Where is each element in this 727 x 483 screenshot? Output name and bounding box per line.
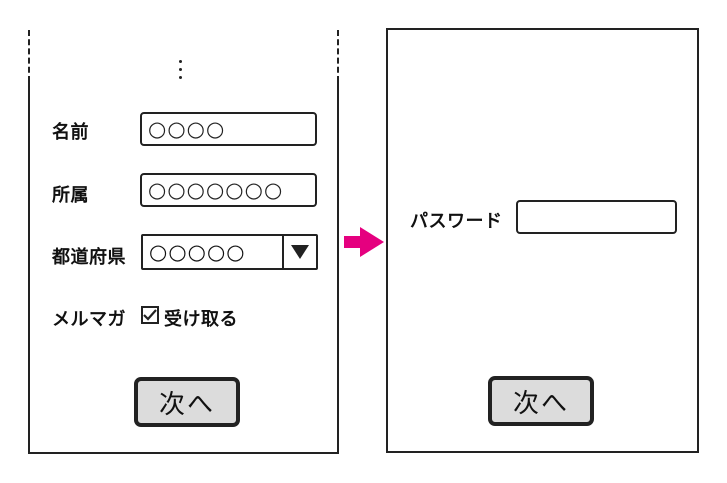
prefecture-label: 都道府県 (52, 247, 126, 268)
prefecture-select-value: ○○○○○ (149, 240, 246, 264)
dropdown-arrow-icon[interactable] (282, 236, 316, 268)
right-next-button[interactable]: 次へ (488, 376, 594, 426)
name-label: 名前 (52, 122, 89, 143)
affiliation-input-value: ○○○○○○○ (148, 178, 284, 202)
password-input[interactable] (516, 200, 677, 234)
newsletter-label: メルマガ (52, 309, 126, 330)
affiliation-input[interactable]: ○○○○○○○ (140, 173, 317, 207)
name-input[interactable]: ○○○○ (140, 112, 317, 146)
newsletter-checkbox-label: 受け取る (164, 309, 238, 330)
left-screen-top-dash-left (28, 30, 30, 82)
prefecture-select[interactable]: ○○○○○ (141, 234, 318, 270)
password-label: パスワード (410, 211, 503, 232)
affiliation-label: 所属 (52, 185, 89, 206)
checkmark-icon (143, 309, 157, 321)
name-input-value: ○○○○ (148, 117, 226, 141)
newsletter-checkbox[interactable] (141, 306, 159, 324)
left-next-button[interactable]: 次へ (134, 377, 240, 427)
more-content-ellipsis-icon (176, 60, 184, 88)
flow-arrow-icon (344, 227, 384, 257)
left-screen-top-dash-right (337, 30, 339, 82)
